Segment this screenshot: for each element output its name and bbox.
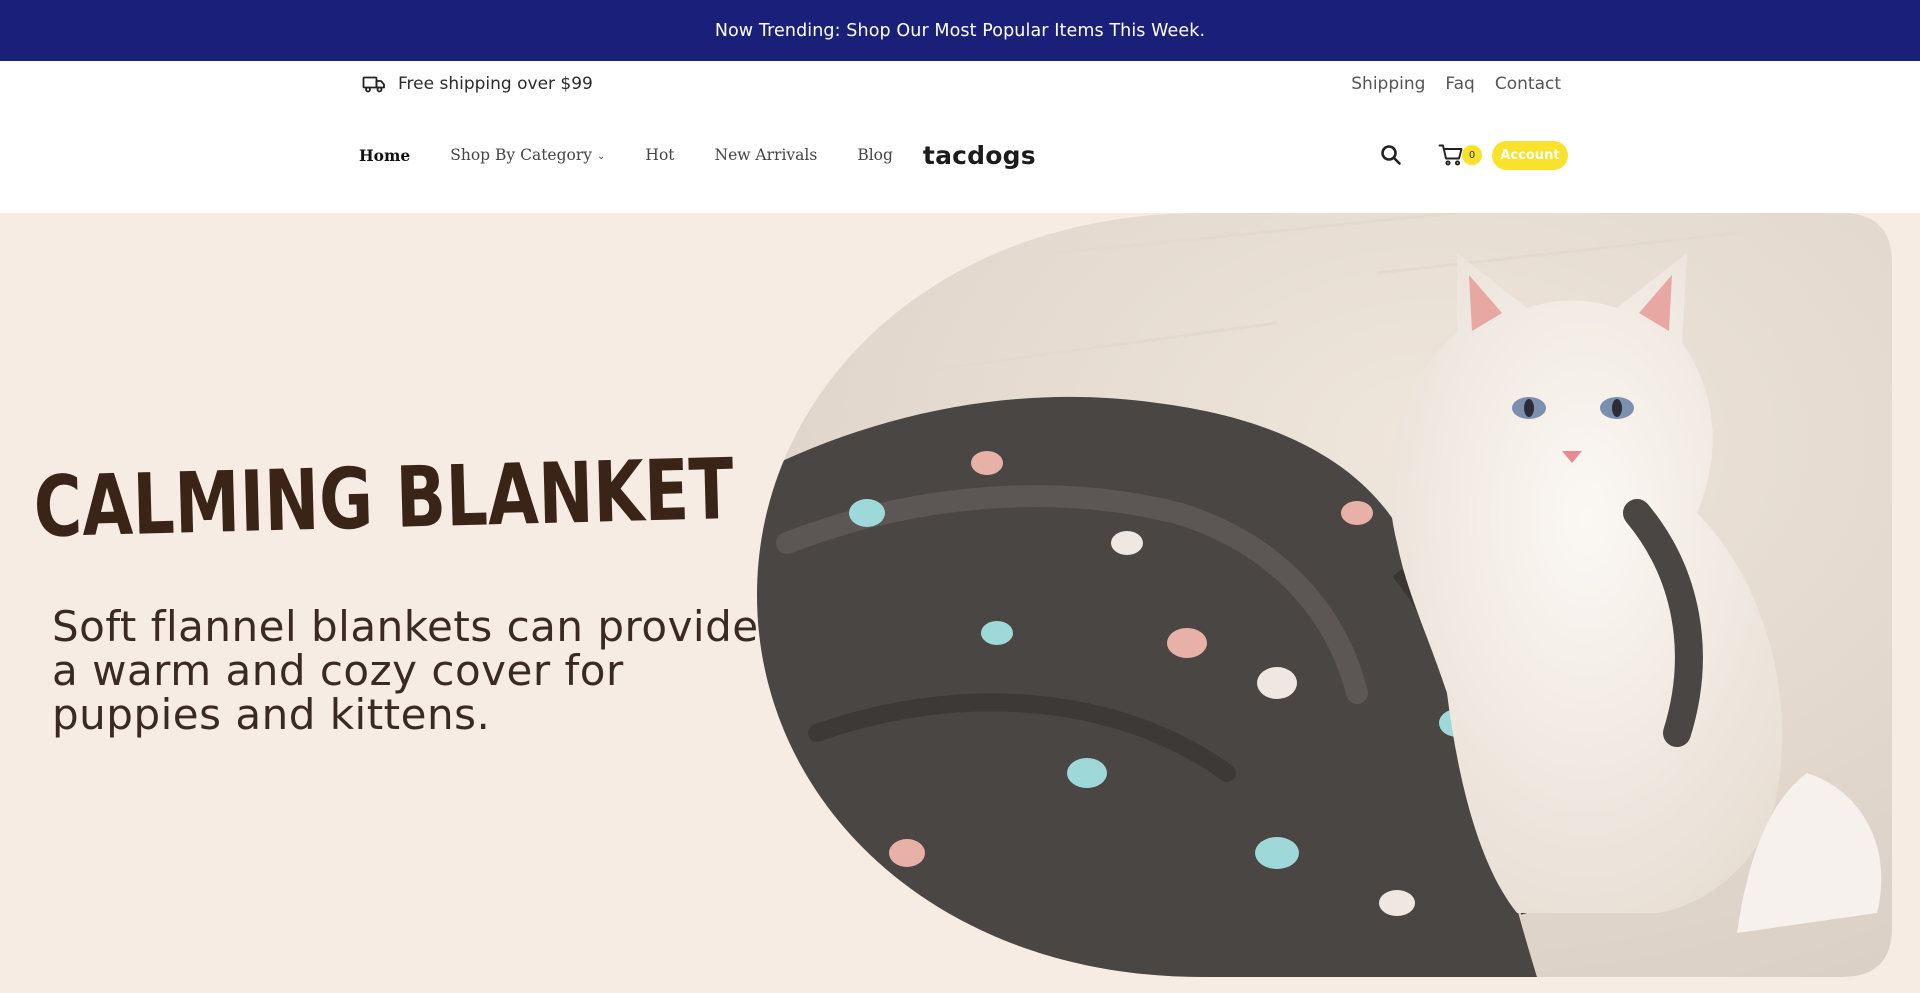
nav-item-label: Blog bbox=[857, 146, 893, 164]
chevron-down-icon: ⌄ bbox=[597, 151, 606, 162]
hero-title: CALMING BLANKET bbox=[34, 447, 735, 547]
nav-item-label: Hot bbox=[645, 146, 675, 164]
nav-item-hot[interactable]: Hot bbox=[645, 146, 674, 164]
utility-bar: Free shipping over $99 Shipping Faq Cont… bbox=[0, 61, 1920, 107]
nav-item-label: Shop By Category bbox=[450, 146, 593, 164]
faq-link[interactable]: Faq bbox=[1445, 74, 1474, 94]
truck-icon bbox=[362, 76, 385, 93]
hero-banner[interactable]: CALMING BLANKET Soft flannel blankets ca… bbox=[0, 213, 1920, 993]
search-icon bbox=[1381, 145, 1401, 165]
announcement-bar: Now Trending: Shop Our Most Popular Item… bbox=[0, 0, 1920, 61]
main-navigation: Home Shop By Category ⌄ Hot New Arrivals… bbox=[0, 107, 1920, 213]
hero-title-text: CALMING BLANKET bbox=[34, 447, 735, 547]
search-button[interactable] bbox=[1378, 142, 1404, 168]
contact-link[interactable]: Contact bbox=[1495, 74, 1561, 94]
account-button[interactable]: Account bbox=[1492, 140, 1568, 170]
nav-item-shop-by-category[interactable]: Shop By Category ⌄ bbox=[450, 146, 605, 164]
announcement-text: Now Trending: Shop Our Most Popular Item… bbox=[714, 20, 1206, 41]
nav-menu: Home Shop By Category ⌄ Hot New Arrivals… bbox=[359, 133, 1036, 177]
nav-item-label: Home bbox=[359, 145, 411, 165]
nav-item-blog[interactable]: Blog bbox=[857, 146, 893, 164]
shipping-link[interactable]: Shipping bbox=[1351, 74, 1425, 94]
nav-item-label: New Arrivals bbox=[714, 146, 818, 164]
cart-button[interactable]: 0 bbox=[1438, 143, 1482, 167]
shipping-text: Free shipping over $99 bbox=[398, 74, 593, 94]
shipping-notice: Free shipping over $99 bbox=[362, 71, 593, 97]
site-logo[interactable]: tacdogs bbox=[923, 141, 1036, 170]
nav-item-home[interactable]: Home bbox=[359, 146, 410, 165]
nav-item-new-arrivals[interactable]: New Arrivals bbox=[715, 146, 818, 164]
cart-count-badge: 0 bbox=[1462, 145, 1482, 165]
header-actions: 0 Account bbox=[1378, 133, 1568, 177]
cart-icon bbox=[1438, 144, 1463, 166]
utility-links: Shipping Faq Contact bbox=[1351, 71, 1561, 97]
cat-with-blanket-image bbox=[757, 213, 1892, 977]
hero-subtitle: Soft flannel blankets can provide a warm… bbox=[52, 602, 759, 739]
